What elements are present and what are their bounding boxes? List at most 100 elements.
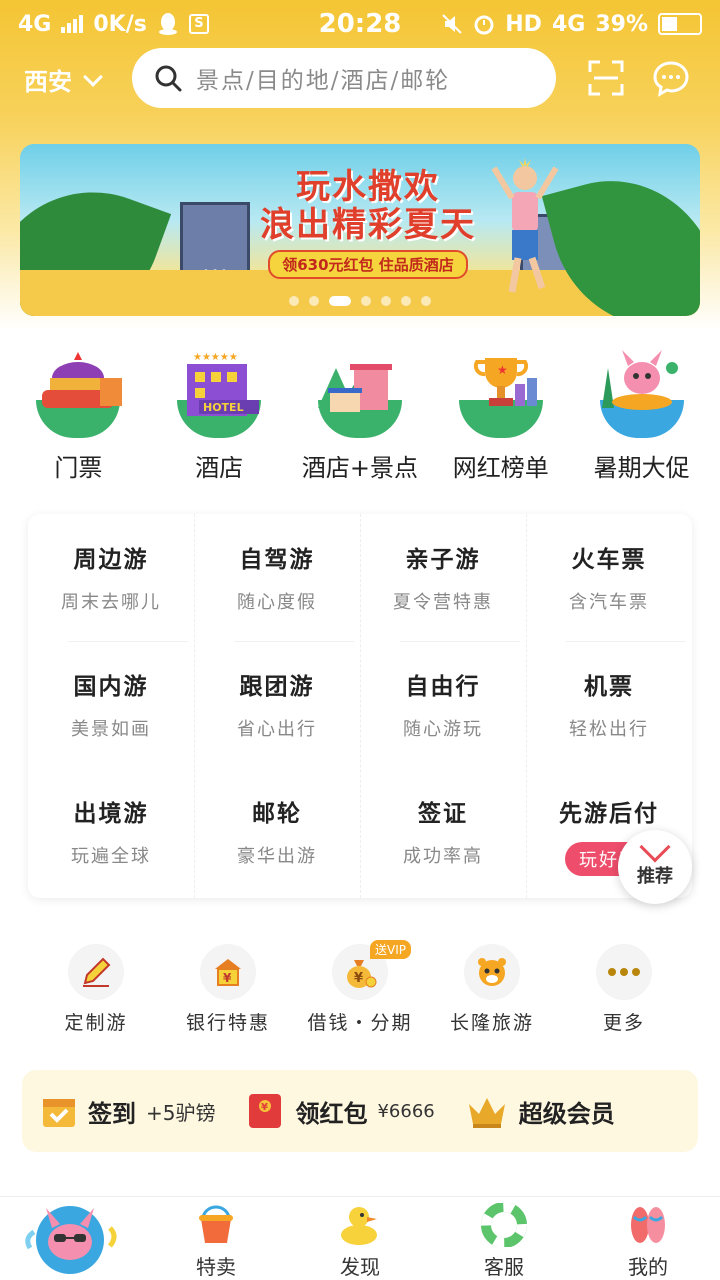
checkin-button[interactable]: 签到 +5驴镑 [40,1092,215,1130]
hotel-scenic-icon [310,348,410,438]
grid-item-subtitle: 随心度假 [237,592,317,613]
grid-item-outbound[interactable]: 出境游 玩遍全球 [28,768,194,895]
grid-item-subtitle: 豪华出游 [237,846,317,867]
tiger-icon [464,944,520,1000]
svg-text:¥: ¥ [354,971,363,986]
nav-discover[interactable]: 发现 [288,1197,432,1280]
nav-customer-service[interactable]: 客服 [432,1197,576,1280]
grid-item-subtitle: 省心出行 [237,719,317,740]
service-custom-tour[interactable]: 定制游 [36,944,156,1034]
grid-item-title: 火车票 [571,546,647,573]
category-summer-sale[interactable]: 暑期大促 [577,348,707,488]
category-hotel[interactable]: ★★★★★ HOTEL 酒店 [154,348,284,488]
grid-item-group-tour[interactable]: 跟团游 省心出行 [194,641,360,768]
grid-item-family[interactable]: 亲子游 夏令营特惠 [360,514,526,641]
search-input[interactable]: 景点/目的地/酒店/邮轮 [132,48,556,108]
banner-pagination [20,296,700,306]
grid-item-cruise[interactable]: 邮轮 豪华出游 [194,768,360,895]
grid-item-title: 出境游 [73,800,149,827]
service-label: 定制游 [64,1012,128,1034]
grid-item-subtitle: 玩遍全球 [71,846,151,867]
service-chimelong[interactable]: 长隆旅游 [432,944,552,1034]
lifebuoy-icon [481,1202,527,1248]
category-label: 酒店+景点 [301,454,419,482]
svg-text:HOTEL: HOTEL [203,401,244,414]
nav-special-sale[interactable]: 特卖 [144,1197,288,1280]
grid-item-subtitle: 周末去哪儿 [61,592,161,613]
pagination-dot-active[interactable] [329,296,351,306]
grid-item-visa[interactable]: 签证 成功率高 [360,768,526,895]
nav-mine[interactable]: 我的 [576,1197,720,1280]
status-bar: 4G 0K/s S 20:28 HD 4G 39% [0,0,720,48]
duck-icon [341,1207,377,1245]
grid-item-title: 自驾游 [239,546,315,573]
service-more[interactable]: 更多 [564,944,684,1034]
category-label: 网红榜单 [452,454,549,482]
grid-item-nearby[interactable]: 周边游 周末去哪儿 [28,514,194,641]
battery-icon [658,13,702,35]
svg-text:¥: ¥ [223,971,232,985]
redpacket-button[interactable]: ¥ 领红包 ¥6666 [245,1092,435,1130]
service-label: 更多 [602,1012,645,1034]
recommend-label: 推荐 [637,866,673,887]
grid-item-self-drive[interactable]: 自驾游 随心度假 [194,514,360,641]
service-label: 长隆旅游 [449,1012,534,1034]
search-placeholder: 景点/目的地/酒店/邮轮 [196,68,451,94]
pagination-dot[interactable] [361,296,371,306]
pagination-dot[interactable] [401,296,411,306]
grid-item-free-travel[interactable]: 自由行 随心游玩 [360,641,526,768]
pagination-dot[interactable] [421,296,431,306]
svg-text:★: ★ [497,363,508,377]
network-label: 4G [18,11,52,37]
category-trending[interactable]: ★ 网红榜单 [436,348,566,488]
network-speed: 0K/s [93,11,147,37]
grid-item-subtitle: 夏令营特惠 [393,592,493,613]
nav-label: 我的 [628,1255,668,1279]
service-bank[interactable]: ¥ 银行特惠 [168,944,288,1034]
pagination-dot[interactable] [309,296,319,306]
qq-icon [158,13,177,35]
grid-divider [234,641,354,642]
pagination-dot[interactable] [381,296,391,306]
super-member-button[interactable]: 超级会员 [465,1092,615,1130]
checkin-reward: +5驴镑 [146,1100,216,1125]
checkin-label: 签到 [88,1099,136,1128]
grid-item-title: 周边游 [73,546,149,573]
mute-icon [442,14,462,34]
vip-tag: 送VIP [370,940,411,959]
grid-item-title: 国内游 [73,673,149,700]
banner-title-line1: 玩水撒欢 [296,167,440,207]
chevron-down-icon [83,66,103,87]
home-mascot-icon[interactable] [22,1198,118,1276]
member-bar: 签到 +5驴镑 ¥ 领红包 ¥6666 超级会员 [22,1070,698,1152]
alarm-icon [474,15,494,35]
service-loan[interactable]: ¥ 送VIP 借钱・分期 [300,940,420,1034]
bucket-icon [199,1205,233,1243]
recommend-button[interactable]: 推荐 [618,830,692,904]
calendar-check-icon [43,1099,75,1127]
svg-text:¥: ¥ [261,1102,268,1113]
grid-divider [360,514,361,898]
bank-icon: ¥ [200,944,256,1000]
chevron-down-icon [639,831,671,863]
category-ticket[interactable]: 门票 [13,348,143,488]
city-selector[interactable]: 西安 [24,62,103,97]
scan-icon[interactable] [588,60,624,96]
category-hotel-scenic[interactable]: 酒店+景点 [295,348,425,488]
grid-item-domestic[interactable]: 国内游 美景如画 [28,641,194,768]
grid-item-subtitle: 随心游玩 [403,719,483,740]
service-label: 银行特惠 [185,1012,270,1034]
hotel-icon: ★★★★★ HOTEL [169,348,269,438]
service-label: 借钱・分期 [307,1012,413,1034]
product-grid-panel: 周边游周末去哪儿 自驾游随心度假 亲子游 夏令营特惠 火车票 含汽车票 国内游 美景如… [28,514,692,898]
pagination-dot[interactable] [289,296,299,306]
promo-banner[interactable]: W 玩水撒欢 浪出精彩夏天 领630元红包 住品质酒店 [20,144,700,316]
grid-divider [68,641,188,642]
ticket-icon [28,348,128,438]
grid-divider [566,641,686,642]
more-icon [596,944,652,1000]
message-icon[interactable] [652,60,690,98]
grid-item-train[interactable]: 火车票 含汽车票 [526,514,692,641]
grid-item-flight[interactable]: 机票 轻松出行 [526,641,692,768]
pencil-icon [68,944,124,1000]
